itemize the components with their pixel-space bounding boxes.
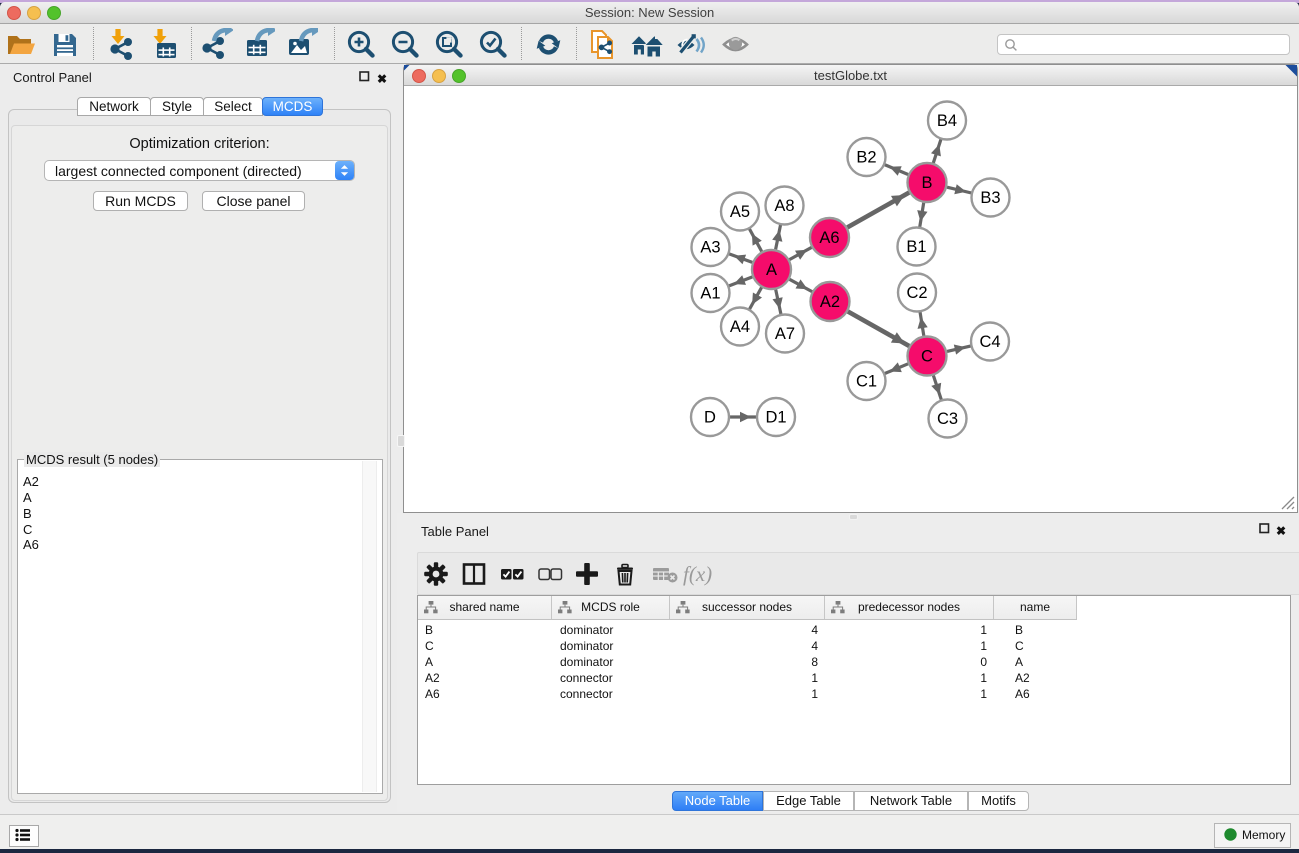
svg-text:D1: D1 [765,409,786,427]
svg-text:C1: C1 [856,373,877,391]
svg-text:A3: A3 [700,239,720,257]
svg-text:C: C [921,348,933,366]
svg-text:A: A [766,261,777,279]
svg-text:A7: A7 [775,325,795,343]
svg-text:D: D [704,409,716,427]
svg-text:C3: C3 [937,410,958,428]
svg-text:C2: C2 [906,284,927,302]
svg-text:B4: B4 [937,112,957,130]
svg-text:B2: B2 [856,149,876,167]
svg-text:A1: A1 [700,285,720,303]
svg-text:B3: B3 [980,189,1000,207]
svg-text:A5: A5 [730,203,750,221]
svg-text:B: B [921,174,932,192]
svg-text:A2: A2 [820,293,840,311]
svg-text:A8: A8 [774,197,794,215]
svg-text:A6: A6 [819,229,839,247]
svg-text:B1: B1 [906,238,926,256]
svg-text:C4: C4 [979,333,1000,351]
svg-text:A4: A4 [730,318,750,336]
svg-text:f(x): f(x) [683,562,712,586]
